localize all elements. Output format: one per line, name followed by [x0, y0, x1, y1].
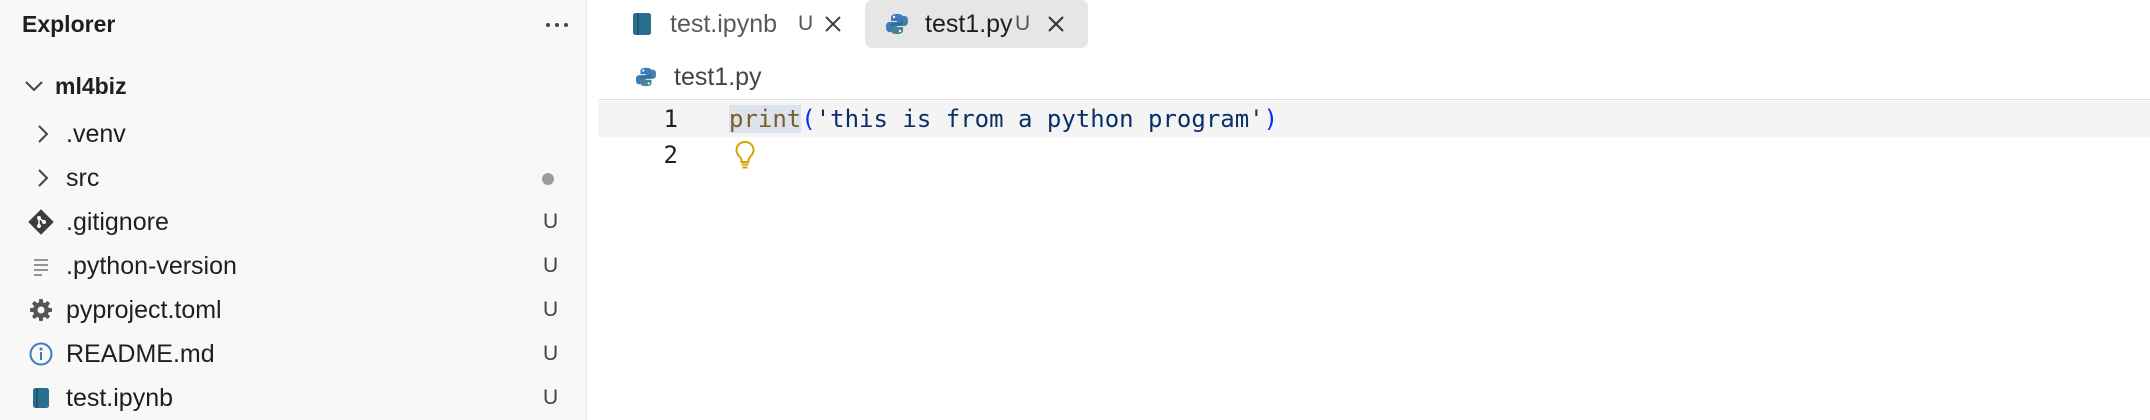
- explorer-sidebar: Explorer ml4biz .venv src .gitignore U .…: [0, 0, 587, 420]
- chevron-right-icon: [38, 125, 49, 143]
- tab-label: test1.py: [925, 10, 1013, 38]
- untracked-badge: U: [543, 342, 559, 365]
- close-icon[interactable]: [1043, 11, 1069, 37]
- editor-area: test.ipynb U test1.py U test1.py 1 print…: [598, 0, 2150, 420]
- tab-label: test.ipynb: [670, 10, 778, 38]
- tree-item-label: src: [66, 164, 100, 192]
- tree-item-label: .python-version: [66, 252, 237, 280]
- more-actions-button[interactable]: [540, 8, 574, 42]
- code-editor[interactable]: 1 print('this is from a python program')…: [598, 101, 2150, 420]
- tree-item-python-version[interactable]: .python-version U: [0, 244, 587, 288]
- modified-dot-icon: [542, 173, 554, 185]
- untracked-badge: U: [543, 210, 559, 233]
- chevron-down-icon: [25, 81, 43, 92]
- notebook-icon: [633, 13, 651, 35]
- line-number: 1: [663, 105, 678, 133]
- untracked-badge: U: [543, 254, 559, 277]
- folder-row-ml4biz[interactable]: ml4biz: [0, 66, 587, 106]
- tree-item-readme[interactable]: README.md U: [0, 332, 587, 376]
- tab-bar: test.ipynb U test1.py U: [598, 0, 2150, 48]
- untracked-badge: U: [543, 386, 559, 409]
- explorer-title: Explorer: [22, 11, 116, 37]
- info-icon: [29, 342, 53, 366]
- git-icon: [28, 209, 54, 235]
- code-paren-token: (: [801, 105, 816, 133]
- lightbulb-icon[interactable]: [732, 139, 758, 171]
- tree-item-venv[interactable]: .venv: [0, 112, 587, 156]
- breadcrumb[interactable]: test1.py: [598, 56, 2150, 100]
- line-number: 2: [663, 141, 678, 169]
- tab-test-ipynb[interactable]: test.ipynb U: [610, 0, 860, 48]
- tree-item-src[interactable]: src: [0, 156, 587, 200]
- ellipsis-icon: [546, 23, 568, 27]
- code-line[interactable]: 2: [598, 137, 2150, 173]
- gear-icon: [30, 299, 52, 321]
- tree-item-label: README.md: [66, 340, 215, 368]
- tree-item-label: test.ipynb: [66, 384, 174, 412]
- python-icon: [886, 14, 908, 34]
- close-icon[interactable]: [820, 11, 846, 37]
- explorer-header: Explorer: [0, 0, 587, 50]
- code-text[interactable]: print('this is from a python program'): [729, 103, 1278, 135]
- text-file-icon: [34, 259, 48, 276]
- tree-item-pyproject[interactable]: pyproject.toml U: [0, 288, 587, 332]
- code-function-token: print: [729, 105, 802, 133]
- tree-item-test-ipynb[interactable]: test.ipynb U: [0, 376, 587, 420]
- code-line[interactable]: 1 print('this is from a python program'): [598, 101, 2150, 137]
- tree-item-gitignore[interactable]: .gitignore U: [0, 200, 587, 244]
- code-string-token: 'this is from a python program': [815, 105, 1264, 133]
- chevron-right-icon: [38, 169, 49, 187]
- untracked-badge: U: [543, 298, 559, 321]
- code-paren-token: ): [1263, 105, 1279, 133]
- python-icon: [635, 67, 657, 87]
- breadcrumb-label: test1.py: [674, 63, 762, 91]
- tree-item-label: .gitignore: [66, 208, 169, 236]
- tab-test1-py[interactable]: test1.py U: [865, 0, 1088, 48]
- folder-name: ml4biz: [55, 73, 127, 99]
- untracked-badge: U: [1015, 12, 1031, 35]
- tree-item-label: pyproject.toml: [66, 296, 222, 324]
- notebook-icon: [33, 388, 49, 408]
- tree-item-label: .venv: [66, 120, 126, 148]
- untracked-badge: U: [798, 12, 814, 35]
